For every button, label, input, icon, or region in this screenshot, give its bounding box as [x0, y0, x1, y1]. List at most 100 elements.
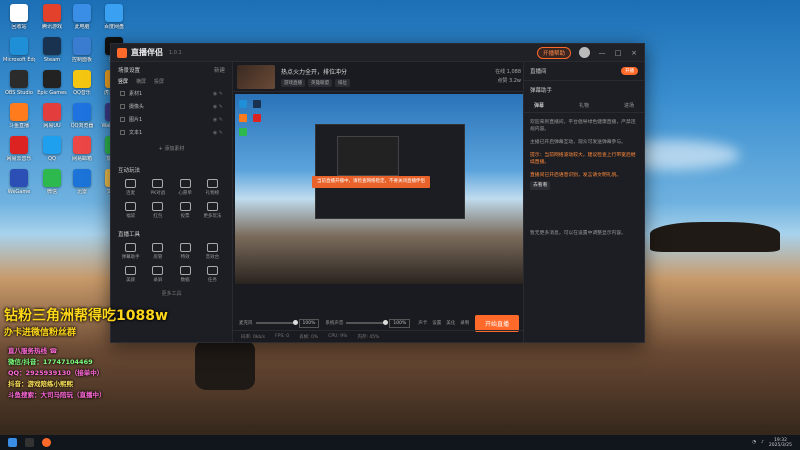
- tool-icon: [125, 266, 137, 275]
- add-source-button[interactable]: + 添加素材: [142, 145, 202, 152]
- new-scene-button[interactable]: 新建: [214, 66, 225, 74]
- desktop-icon[interactable]: 微信: [36, 169, 68, 195]
- desktop-icon[interactable]: Microsoft Edge: [3, 37, 35, 63]
- fps-status: FPS: 0: [275, 334, 290, 339]
- left-panel: 场景设置 新建 竖屏 横屏 投屏 素材1 ◉ ✎ 摄像头 ◉ ✎ 图片1 ◉ ✎ 文本…: [111, 62, 233, 342]
- eye-icon[interactable]: ◉ ✎: [213, 130, 223, 136]
- tool-button[interactable]: 弹幕助手: [117, 243, 144, 260]
- tool-button[interactable]: 心愿单: [172, 179, 199, 196]
- tool-button[interactable]: 美颜: [117, 266, 144, 283]
- tool-button[interactable]: 特效: [172, 243, 199, 260]
- slider-handle[interactable]: [383, 320, 389, 325]
- tool-button[interactable]: 礼物榜: [199, 179, 226, 196]
- record-button[interactable]: 录制: [460, 320, 469, 326]
- taskbar: ◔ ♪ 19:32 2025/3/25: [0, 435, 800, 450]
- desktop-icon[interactable]: 斗鱼直播: [3, 103, 35, 129]
- desktop-icon[interactable]: 网易云音乐: [3, 136, 35, 162]
- tab-danmaku[interactable]: 弹幕: [534, 102, 544, 109]
- desktop-icon-label: QQ音乐: [73, 90, 91, 96]
- desktop-icon[interactable]: 回收站: [3, 4, 35, 30]
- desktop-icon-label: WeGame: [7, 189, 31, 195]
- clock[interactable]: 19:32 2025/3/25: [769, 438, 792, 448]
- mic-volume-slider[interactable]: [255, 320, 298, 325]
- soundcard-button[interactable]: 声卡: [418, 320, 427, 326]
- tab-landscape[interactable]: 横屏: [136, 78, 146, 85]
- desktop-icon[interactable]: 腾讯游戏: [36, 4, 68, 30]
- tab-gifts[interactable]: 礼物: [579, 102, 589, 109]
- checkbox[interactable]: [120, 117, 125, 122]
- desktop-icon[interactable]: OBS Studio: [3, 70, 35, 96]
- desktop-icon[interactable]: QQ音乐: [66, 70, 98, 96]
- desktop-icon[interactable]: 网易邮箱: [66, 136, 98, 162]
- desktop-icon[interactable]: QQ: [36, 136, 68, 162]
- desktop-icon[interactable]: WeGame: [3, 169, 35, 195]
- stream-preview[interactable]: 当前直播开播中，请检查网络稳定，不要关闭直播伴侣: [235, 94, 523, 284]
- windows-start-icon[interactable]: [8, 438, 17, 447]
- view-link[interactable]: 去看看: [530, 181, 551, 190]
- tool-button[interactable]: 红包: [144, 202, 171, 219]
- volume-icon[interactable]: ♪: [761, 440, 764, 445]
- tool-button[interactable]: 音效台: [199, 243, 226, 260]
- start-live-button[interactable]: 开始直播: [474, 314, 519, 332]
- checkbox[interactable]: [120, 91, 125, 96]
- scene-item[interactable]: 文本1 ◉ ✎: [111, 126, 232, 139]
- checkbox[interactable]: [120, 104, 125, 109]
- app-icon: [43, 4, 61, 22]
- settings-button[interactable]: 设置: [432, 320, 441, 326]
- desktop-icon-label: 腾讯游戏: [41, 24, 62, 30]
- wifi-icon[interactable]: ◔: [752, 440, 756, 445]
- search-icon[interactable]: [25, 438, 34, 447]
- eye-icon[interactable]: ◉ ✎: [213, 91, 223, 97]
- overlay-line: 斗鱼搜索：大司马陪玩（直播中）: [8, 391, 106, 399]
- tab-portrait[interactable]: 竖屏: [118, 78, 128, 85]
- desktop-icon[interactable]: 百度网盘: [98, 4, 130, 30]
- live-help-button[interactable]: 开播帮助: [536, 46, 571, 59]
- overlay-subline: 办卡进微信粉丝群: [4, 328, 77, 338]
- desktop-icon[interactable]: 此电脑: [66, 4, 98, 30]
- scene-item[interactable]: 图片1 ◉ ✎: [111, 113, 232, 126]
- tool-button[interactable]: 任务: [199, 266, 226, 283]
- stream-tag[interactable]: 英雄联盟: [308, 78, 332, 87]
- tool-label: 更多玩法: [203, 214, 222, 219]
- scene-item[interactable]: 素材1 ◉ ✎: [111, 87, 232, 100]
- desktop-icon[interactable]: Steam: [36, 37, 68, 63]
- tool-button[interactable]: 房管: [144, 243, 171, 260]
- desktop-icon[interactable]: QQ浏览器: [66, 103, 98, 129]
- eye-icon[interactable]: ◉ ✎: [213, 104, 223, 110]
- tool-button[interactable]: 数据: [172, 266, 199, 283]
- tab-cast[interactable]: 投屏: [154, 78, 164, 85]
- mic-volume-value[interactable]: 100%: [298, 318, 320, 328]
- slider-handle[interactable]: [292, 320, 298, 325]
- desktop-icon[interactable]: 迅雷: [66, 169, 98, 195]
- tool-button[interactable]: 更多玩法: [199, 202, 226, 219]
- desktop-icon[interactable]: 网易UU: [36, 103, 68, 129]
- eye-icon[interactable]: ◉ ✎: [213, 117, 223, 123]
- beauty-button[interactable]: 美化: [446, 320, 455, 326]
- tool-icon: [125, 243, 137, 252]
- stream-tag[interactable]: 游戏直播: [281, 78, 305, 87]
- tool-icon: [206, 243, 218, 252]
- more-tools-button[interactable]: 更多工具: [111, 290, 232, 297]
- tool-button[interactable]: 连麦: [117, 179, 144, 196]
- checkbox[interactable]: [120, 130, 125, 135]
- stream-tag[interactable]: 排位: [335, 78, 350, 87]
- desktop-icon[interactable]: Epic Games: [36, 70, 68, 96]
- tool-button[interactable]: 投票: [172, 202, 199, 219]
- close-button[interactable]: ×: [630, 49, 638, 57]
- system-volume-slider[interactable]: [346, 320, 389, 325]
- maximize-button[interactable]: □: [614, 49, 622, 57]
- room-live-badge[interactable]: 开播: [621, 67, 638, 75]
- tool-button[interactable]: 录屏: [144, 266, 171, 283]
- avatar[interactable]: [579, 47, 590, 58]
- system-volume-value[interactable]: 100%: [389, 318, 411, 328]
- scene-item[interactable]: 摄像头 ◉ ✎: [111, 100, 232, 113]
- tool-label: 投票: [180, 214, 190, 219]
- tab-entries[interactable]: 进场: [624, 102, 634, 109]
- desktop-icon[interactable]: 控制面板: [66, 37, 98, 63]
- tool-button[interactable]: PK对战: [144, 179, 171, 196]
- minimize-button[interactable]: —: [598, 49, 606, 57]
- stream-title[interactable]: 热点火力全开，排位冲分: [281, 67, 495, 76]
- tool-button[interactable]: 福袋: [117, 202, 144, 219]
- live-companion-taskbar-icon[interactable]: [42, 438, 51, 447]
- cover-thumbnail[interactable]: [237, 64, 275, 89]
